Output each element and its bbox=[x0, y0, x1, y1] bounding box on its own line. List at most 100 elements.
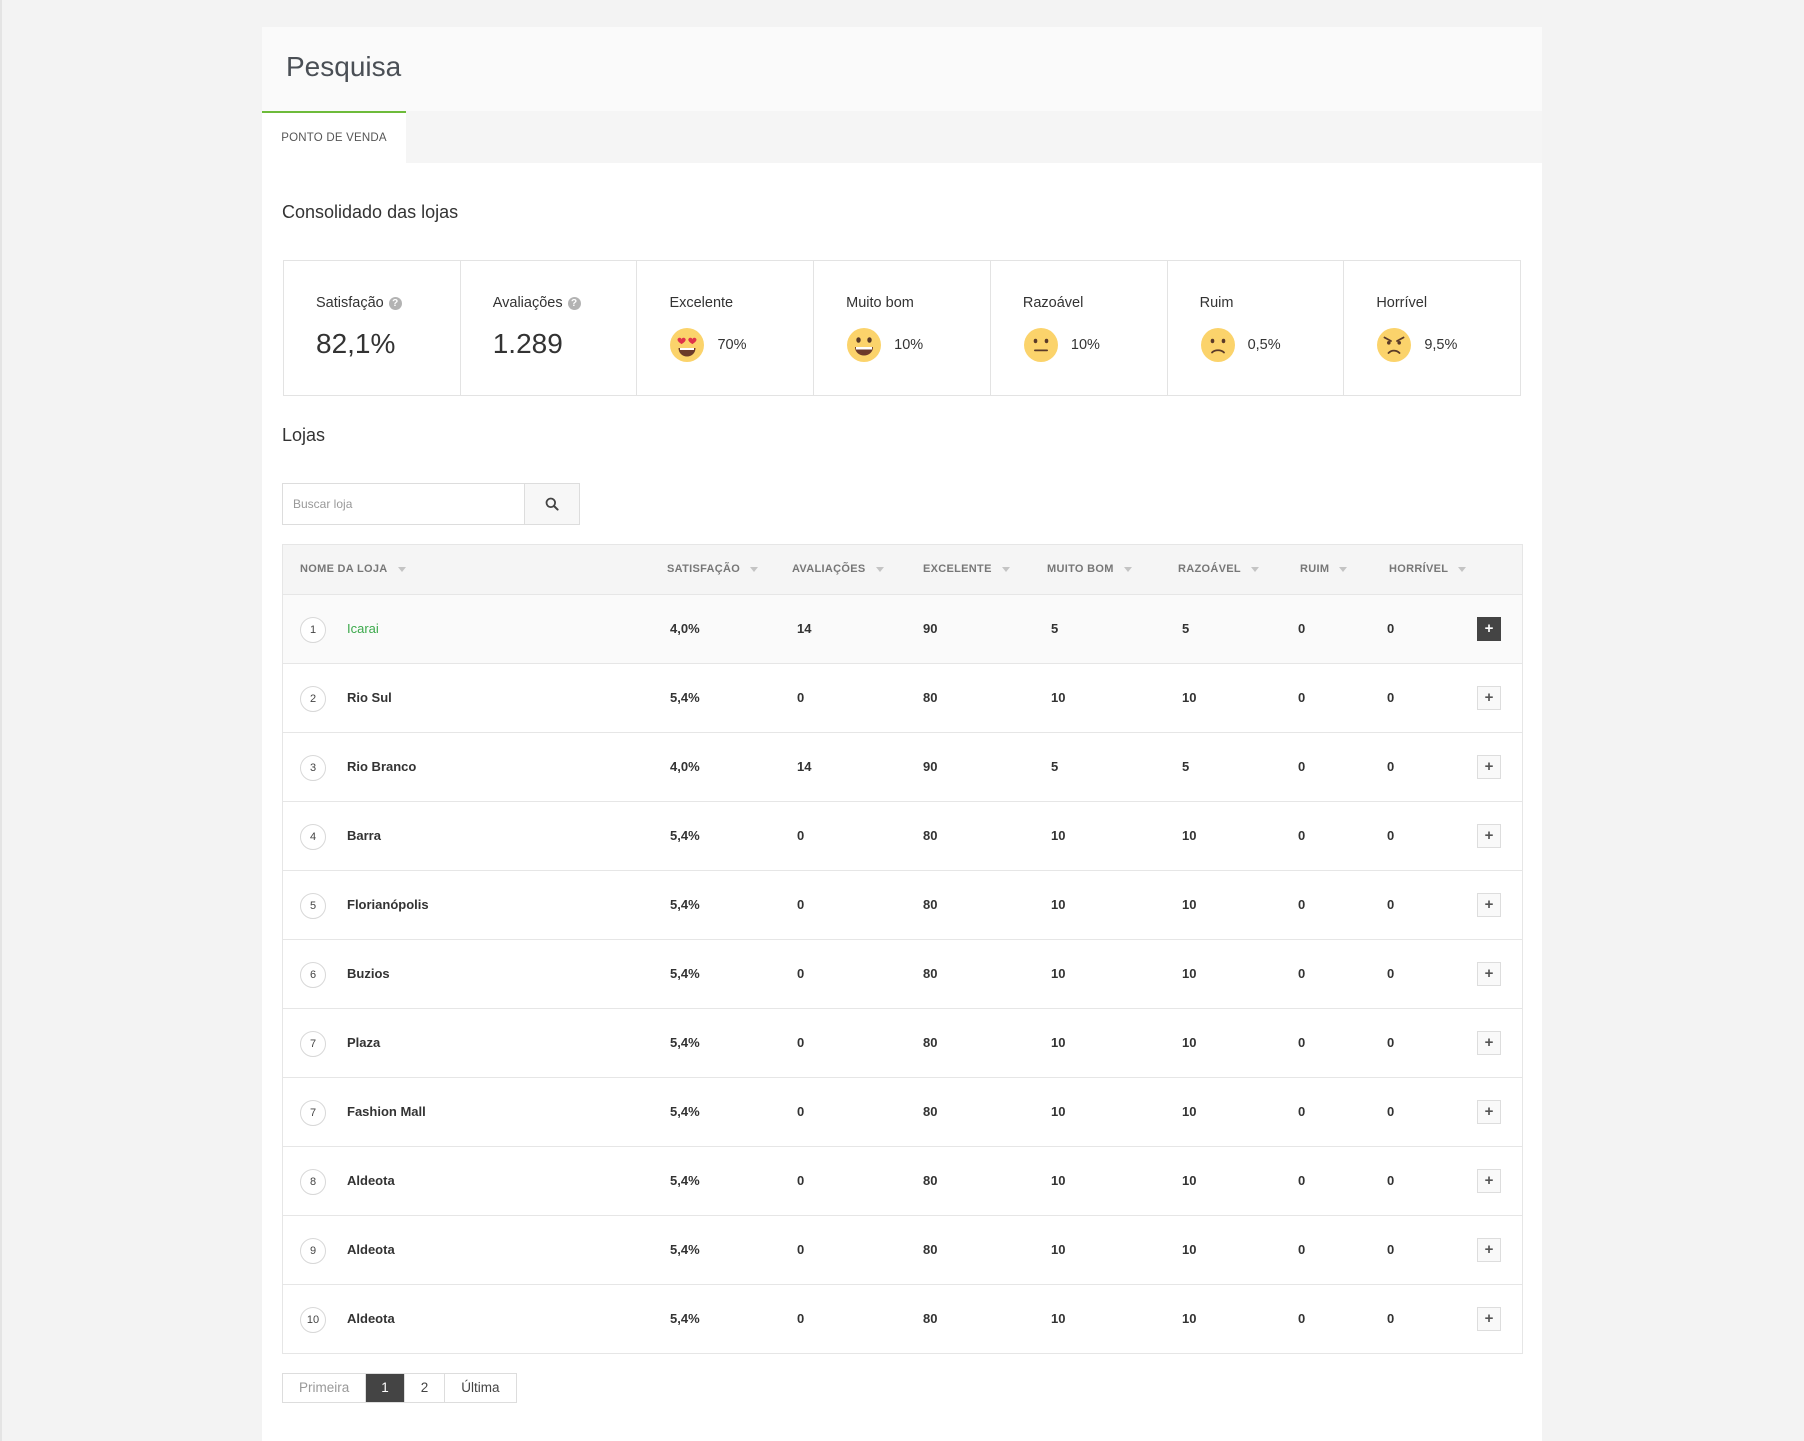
cell-muito-bom: 5 bbox=[1051, 759, 1059, 774]
cell-avaliacoes: 0 bbox=[797, 1104, 805, 1119]
table-row[interactable]: 6 Buzios 5,4% 0 80 10 10 0 0 + bbox=[283, 940, 1522, 1009]
cell-muito-bom: 10 bbox=[1051, 966, 1066, 981]
column-header-nome[interactable]: NOME DA LOJA bbox=[300, 545, 406, 594]
cell-ruim: 0 bbox=[1298, 759, 1306, 774]
cell-muito-bom: 10 bbox=[1051, 897, 1066, 912]
cell-excelente: 80 bbox=[923, 897, 938, 912]
cell-satisfacao: 4,0% bbox=[670, 759, 700, 774]
cell-muito-bom: 10 bbox=[1051, 1242, 1066, 1257]
table-row[interactable]: 7 Plaza 5,4% 0 80 10 10 0 0 + bbox=[283, 1009, 1522, 1078]
cell-horrivel: 0 bbox=[1387, 966, 1395, 981]
expand-row-button[interactable]: + bbox=[1477, 1307, 1501, 1331]
cell-avaliacoes: 14 bbox=[797, 621, 812, 636]
cell-horrivel: 0 bbox=[1387, 897, 1395, 912]
table-row[interactable]: 4 Barra 5,4% 0 80 10 10 0 0 + bbox=[283, 802, 1522, 871]
page-title: Pesquisa bbox=[286, 51, 402, 82]
cell-razoavel: 10 bbox=[1182, 966, 1197, 981]
cell-avaliacoes: 0 bbox=[797, 1035, 805, 1050]
help-icon[interactable]: ? bbox=[388, 296, 402, 310]
expand-row-button[interactable]: + bbox=[1477, 686, 1501, 710]
expand-row-button[interactable]: + bbox=[1477, 1031, 1501, 1055]
panel-header: Pesquisa bbox=[262, 27, 1542, 111]
cell-razoavel: 10 bbox=[1182, 1035, 1197, 1050]
column-header-avaliacoes[interactable]: AVALIAÇÕES bbox=[792, 545, 884, 594]
reviews-value: 1.289 bbox=[492, 328, 563, 359]
rank-badge: 3 bbox=[300, 755, 326, 781]
store-name: Buzios bbox=[347, 966, 390, 981]
expand-row-button[interactable]: + bbox=[1477, 962, 1501, 986]
expand-row-button[interactable]: + bbox=[1477, 1238, 1501, 1262]
pagination-page-2[interactable]: 2 bbox=[404, 1374, 446, 1402]
expand-row-button[interactable]: + bbox=[1477, 1100, 1501, 1124]
rating-pct: 0,5% bbox=[1247, 337, 1281, 353]
table-row[interactable]: 8 Aldeota 5,4% 0 80 10 10 0 0 + bbox=[283, 1147, 1522, 1216]
rank-badge: 4 bbox=[300, 824, 326, 850]
table-row[interactable]: 9 Aldeota 5,4% 0 80 10 10 0 0 + bbox=[283, 1216, 1522, 1285]
expand-row-button[interactable]: + bbox=[1477, 1169, 1501, 1193]
pagination: Primeira 1 2 Última bbox=[282, 1373, 517, 1403]
cell-horrivel: 0 bbox=[1387, 1311, 1395, 1326]
cell-horrivel: 0 bbox=[1387, 1173, 1395, 1188]
column-header-muito-bom[interactable]: MUITO BOM bbox=[1047, 545, 1132, 594]
cell-muito-bom: 10 bbox=[1051, 1035, 1066, 1050]
store-name[interactable]: Icarai bbox=[347, 595, 379, 663]
expand-row-button[interactable]: + bbox=[1477, 824, 1501, 848]
store-name: Fashion Mall bbox=[347, 1104, 426, 1119]
summary-title: Consolidado das lojas bbox=[282, 202, 459, 222]
cell-satisfacao: 5,4% bbox=[670, 690, 700, 705]
cell-satisfacao: 5,4% bbox=[670, 1035, 700, 1050]
rank-badge: 2 bbox=[300, 686, 326, 712]
expand-row-button[interactable]: + bbox=[1477, 755, 1501, 779]
column-header-razoavel[interactable]: RAZOÁVEL bbox=[1178, 545, 1259, 594]
search-button[interactable] bbox=[524, 484, 579, 524]
cell-muito-bom: 10 bbox=[1051, 1173, 1066, 1188]
help-icon[interactable]: ? bbox=[567, 296, 581, 310]
cell-avaliacoes: 0 bbox=[797, 828, 805, 843]
sort-caret-icon bbox=[875, 567, 884, 572]
store-name: Aldeota bbox=[347, 1173, 395, 1188]
sort-caret-icon bbox=[1458, 567, 1467, 572]
rating-label: Muito bom bbox=[846, 295, 914, 311]
search-input[interactable] bbox=[283, 484, 524, 524]
cell-excelente: 80 bbox=[923, 966, 938, 981]
cell-satisfacao: 5,4% bbox=[670, 1311, 700, 1326]
pagination-page-1[interactable]: 1 bbox=[366, 1374, 405, 1402]
sort-caret-icon bbox=[1250, 567, 1259, 572]
column-header-ruim[interactable]: RUIM bbox=[1300, 545, 1348, 594]
table-row[interactable]: 10 Aldeota 5,4% 0 80 10 10 0 0 + bbox=[283, 1285, 1522, 1353]
tab-bar: PONTO DE VENDA bbox=[262, 111, 1542, 163]
table-row[interactable]: 2 Rio Sul 5,4% 0 80 10 10 0 0 + bbox=[283, 664, 1522, 733]
table-row[interactable]: 1 Icarai 4,0% 14 90 5 5 0 0 + bbox=[283, 595, 1522, 664]
pagination-last[interactable]: Última bbox=[445, 1374, 516, 1402]
cell-satisfacao: 5,4% bbox=[670, 1104, 700, 1119]
angry-emoji-icon bbox=[1377, 328, 1412, 362]
expand-row-button[interactable]: + bbox=[1477, 893, 1501, 917]
cell-horrivel: 0 bbox=[1387, 1104, 1395, 1119]
table-row[interactable]: 7 Fashion Mall 5,4% 0 80 10 10 0 0 + bbox=[283, 1078, 1522, 1147]
expand-row-button[interactable]: + bbox=[1477, 617, 1501, 641]
search-icon bbox=[545, 497, 559, 511]
table-row[interactable]: 5 Florianópolis 5,4% 0 80 10 10 0 0 + bbox=[283, 871, 1522, 940]
summary-card: Satisfação ? 82,1% Avaliações ? 1.289 Ex… bbox=[283, 260, 1521, 396]
cell-ruim: 0 bbox=[1298, 1035, 1306, 1050]
column-header-excelente[interactable]: EXCELENTE bbox=[923, 545, 1010, 594]
cell-ruim: 0 bbox=[1298, 966, 1306, 981]
tab-ponto-de-venda[interactable]: PONTO DE VENDA bbox=[262, 111, 406, 163]
cell-excelente: 90 bbox=[923, 621, 938, 636]
cell-ruim: 0 bbox=[1298, 621, 1306, 636]
heart-eyes-emoji-icon bbox=[670, 328, 705, 362]
cell-muito-bom: 10 bbox=[1051, 1104, 1066, 1119]
rating-horrivel: Horrível 9,5% bbox=[1344, 261, 1520, 395]
pagination-first[interactable]: Primeira bbox=[283, 1374, 367, 1402]
cell-muito-bom: 10 bbox=[1051, 828, 1066, 843]
column-header-satisfacao[interactable]: SATISFAÇÃO bbox=[667, 545, 759, 594]
cell-excelente: 80 bbox=[923, 1173, 938, 1188]
sort-caret-icon bbox=[750, 567, 759, 572]
stores-title: Lojas bbox=[282, 425, 326, 445]
cell-horrivel: 0 bbox=[1387, 1242, 1395, 1257]
column-header-horrivel[interactable]: HORRÍVEL bbox=[1389, 545, 1467, 594]
cell-satisfacao: 5,4% bbox=[670, 828, 700, 843]
cell-avaliacoes: 0 bbox=[797, 897, 805, 912]
table-row[interactable]: 3 Rio Branco 4,0% 14 90 5 5 0 0 + bbox=[283, 733, 1522, 802]
rating-pct: 9,5% bbox=[1424, 337, 1458, 353]
